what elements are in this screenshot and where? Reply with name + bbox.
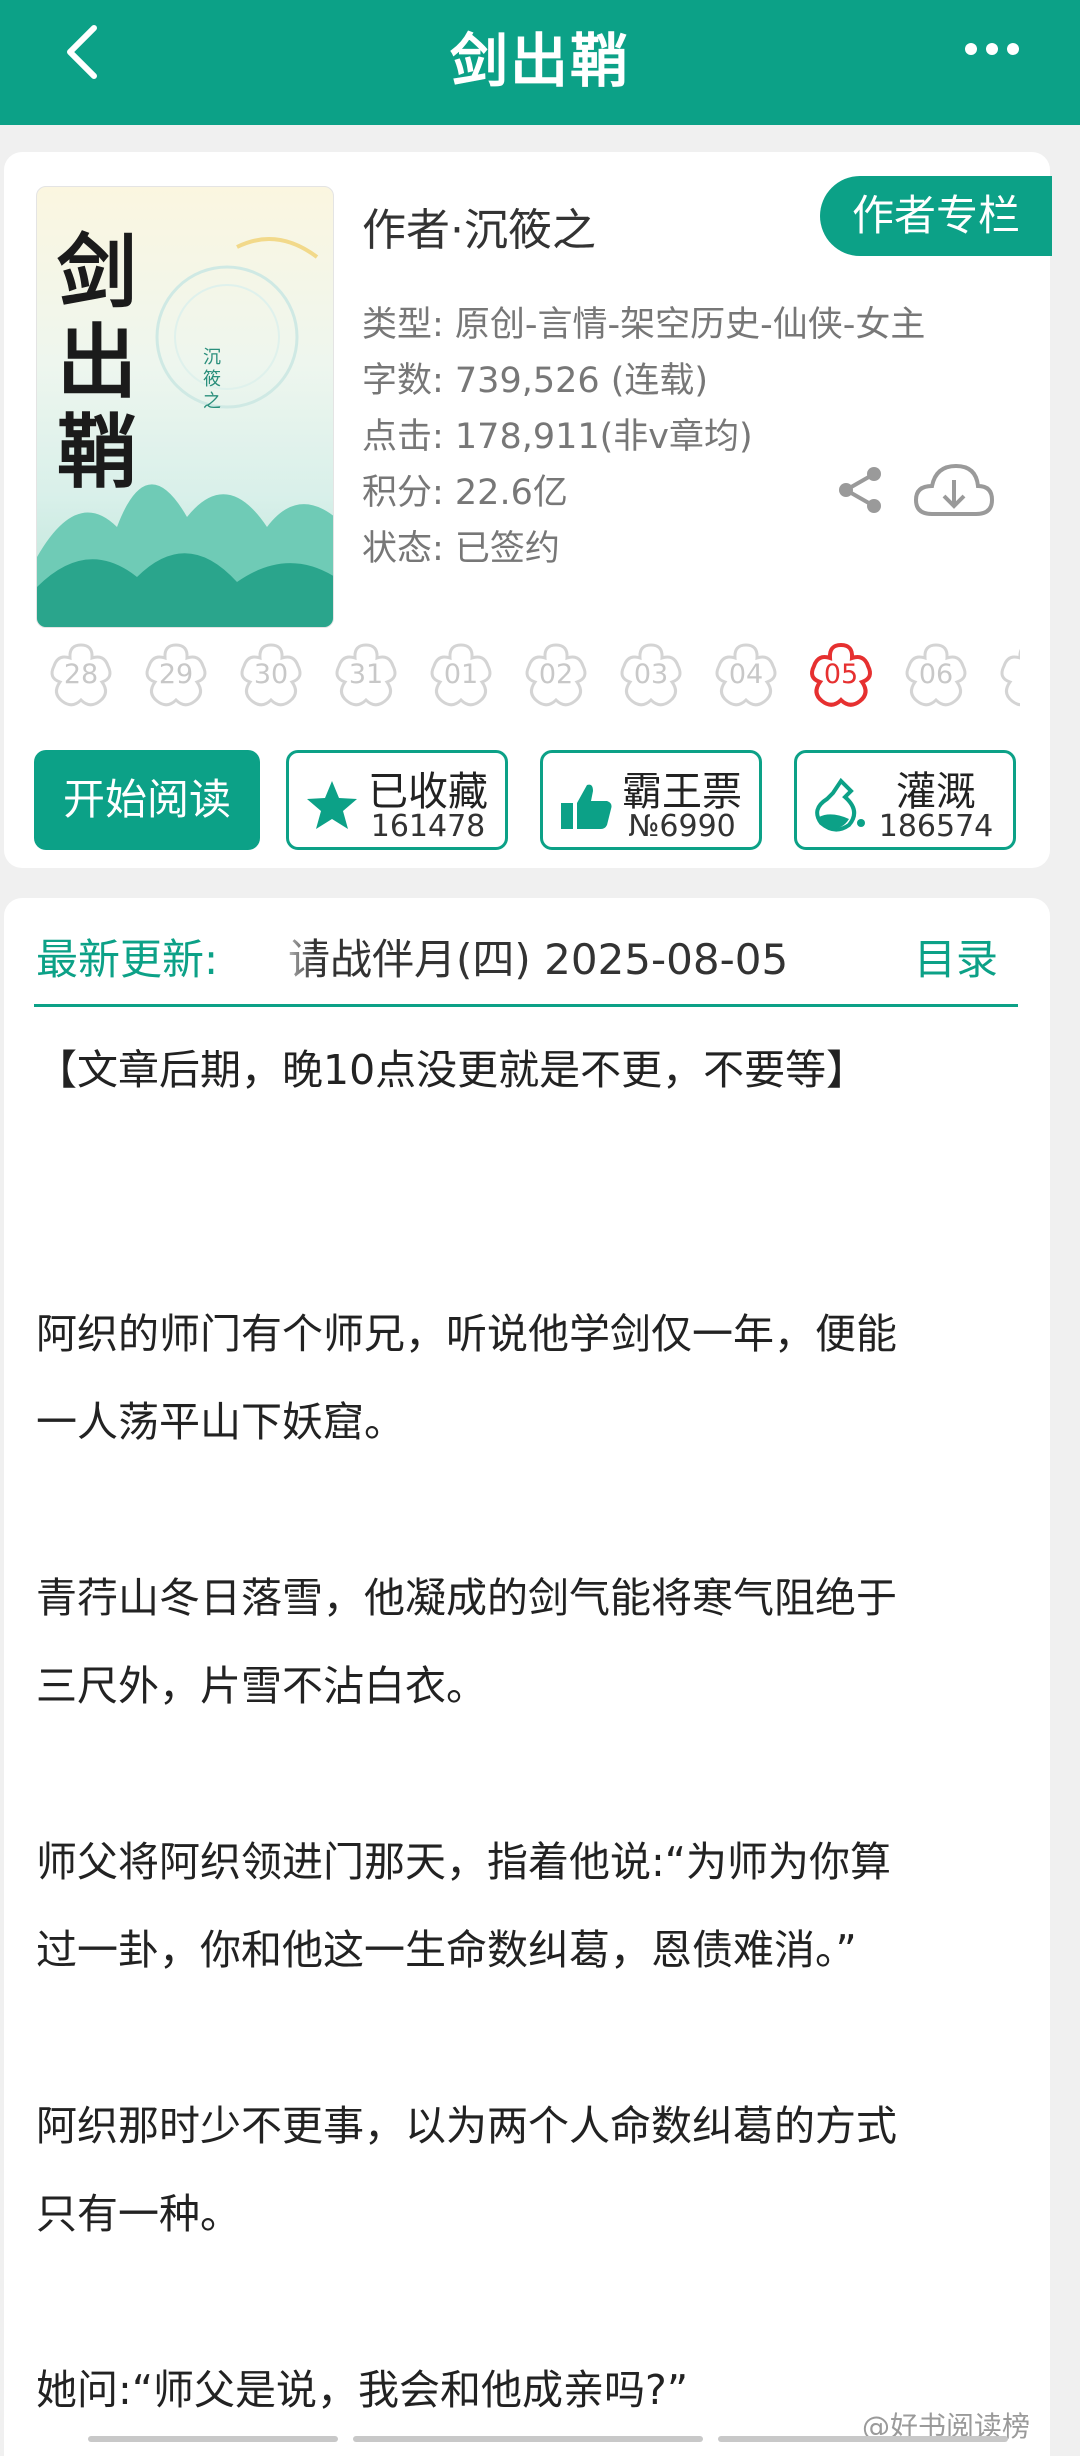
info-status: 状态: 已签约 [362,529,560,569]
date-flower[interactable]: 29 [135,637,217,719]
synopsis-line: 阿织那时少不更事，以为两个人命数纠葛的方式 [36,2102,897,2150]
book-info-card: 剑出鞘 沉筱之 作者·沉筱之 作者专栏 类型: 原创-言情-架空历史-仙侠-女主… [4,152,1052,868]
flask-icon [815,777,865,832]
book-info-list: 类型: 原创-言情-架空历史-仙侠-女主 字数: 739,526 (连载) 点击… [362,297,925,577]
synopsis-line: 只有一种。 [36,2190,241,2238]
star-icon [307,781,357,829]
flower-icon [1000,648,1020,707]
share-icon[interactable] [834,464,886,516]
date-flower[interactable]: 28 [40,637,122,719]
date-flower[interactable] [990,637,1020,719]
cover-title-text: 剑出鞘 [57,225,137,499]
scroll-segment [353,2436,703,2442]
date-flower[interactable]: 01 [420,637,502,719]
synopsis-line: 青荇山冬日落雪，他凝成的剑气能将寒气阻绝于 [36,1574,897,1622]
synopsis-card: 最新更新: 请战伴月(四) 2025-08-05 目录 【文章后期，晚10点没更… [4,898,1050,2456]
synopsis-line: 过一卦，你和他这一生命数纠葛，恩债难消。” [36,1926,857,1974]
thumbs-up-icon [561,784,612,829]
page-title: 剑出鞘 [449,27,630,95]
marquee-fade-left [274,918,314,988]
synopsis-line: 【文章后期，晚10点没更就是不更，不要等】 [36,1046,868,1094]
date-flower[interactable]: 31 [325,637,407,719]
date-flower-active[interactable]: 05 [800,637,882,719]
marquee-fade-right [824,918,874,988]
start-reading-button[interactable]: 开始阅读 [34,750,260,850]
update-calendar: 28 29 30 31 01 02 03 04 05 06 [40,637,1020,721]
synopsis-line: 阿织的师门有个师兄，听说他学剑仅一年，便能 [36,1310,897,1358]
date-flower[interactable]: 30 [230,637,312,719]
collect-count: 161478 [370,809,486,844]
vote-rank: №6990 [628,809,736,844]
synopsis-line: 三尺外，片雪不沾白衣。 [36,1662,487,1710]
top-bar: 剑出鞘 [0,0,1080,125]
nutrient-button[interactable]: 灌溉 186574 [794,750,1016,850]
info-words: 字数: 739,526 (连载) [362,361,709,401]
table-of-contents-link[interactable]: 目录 [914,926,998,987]
scroll-segment [88,2436,338,2442]
synopsis-line: 师父将阿织领进门那天，指着他说:“为师为你算 [36,1838,892,1886]
date-flower[interactable]: 02 [515,637,597,719]
date-flower[interactable]: 03 [610,637,692,719]
download-cloud-icon[interactable] [912,458,996,522]
author-name[interactable]: 作者·沉筱之 [362,194,596,258]
latest-update-label: 最新更新: [36,935,219,984]
date-flower[interactable]: 04 [705,637,787,719]
info-type: 类型: 原创-言情-架空历史-仙侠-女主 [362,305,926,345]
date-flower[interactable]: 06 [895,637,977,719]
latest-chapter-link[interactable]: 请战伴月(四) 2025-08-05 [288,926,868,987]
book-cover[interactable]: 剑出鞘 沉筱之 [36,186,334,628]
divider [34,1004,1018,1007]
more-dots-icon[interactable] [962,38,1022,60]
scroll-segment [718,2436,1008,2442]
author-column-button[interactable]: 作者专栏 [820,176,1052,256]
cover-author-text: 沉筱之 [203,347,221,412]
synopsis-line: 一人荡平山下妖窟。 [36,1398,405,1446]
vote-button[interactable]: 霸王票 №6990 [540,750,762,850]
info-clicks: 点击: 178,911(非v章均) [362,417,753,457]
nutrient-count: 186574 [878,809,994,844]
collect-button[interactable]: 已收藏 161478 [286,750,508,850]
scroll-indicator [88,2436,1008,2442]
